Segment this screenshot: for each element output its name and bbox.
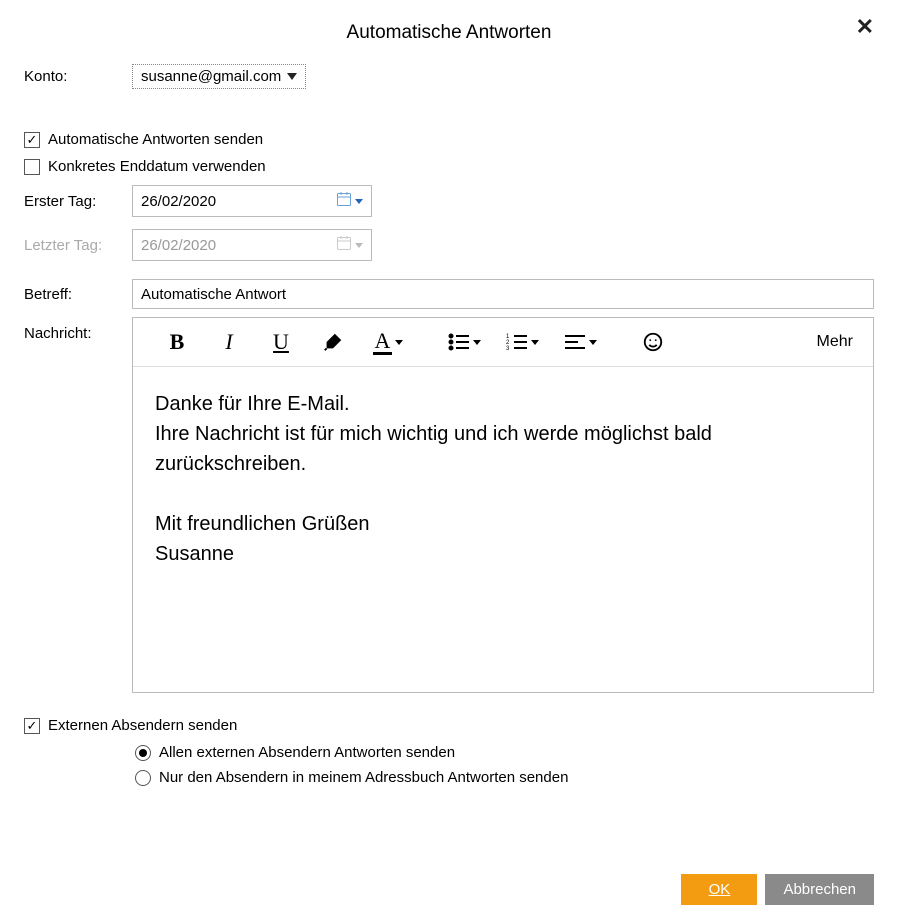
italic-button[interactable]: I [203, 324, 255, 360]
use-enddate-label: Konkretes Enddatum verwenden [48, 158, 266, 175]
calendar-icon [336, 235, 352, 255]
account-row: Konto: susanne@gmail.com [24, 64, 874, 89]
send-auto-row: ✓ Automatische Antworten senden [24, 131, 874, 148]
more-button[interactable]: Mehr [817, 333, 863, 351]
radio-all-label: Allen externen Absendern Antworten sende… [159, 744, 455, 761]
send-external-checkbox[interactable]: ✓ [24, 718, 40, 734]
numbered-list-button[interactable]: 123 [493, 324, 551, 360]
first-day-input[interactable]: 26/02/2020 [132, 185, 372, 217]
bold-button[interactable]: B [151, 324, 203, 360]
subject-input[interactable]: Automatische Antwort [132, 279, 874, 309]
bullet-list-button[interactable] [435, 324, 493, 360]
send-external-label: Externen Absendern senden [48, 717, 237, 734]
chevron-down-icon [589, 340, 597, 345]
subject-label: Betreff: [24, 286, 132, 303]
underline-button[interactable]: U [255, 324, 307, 360]
align-button[interactable] [551, 324, 609, 360]
cancel-button[interactable]: Abbrechen [765, 874, 874, 905]
format-painter-button[interactable] [307, 324, 359, 360]
auto-reply-dialog: ✕ Automatische Antworten Konto: susanne@… [0, 0, 898, 923]
dialog-buttons: OK Abbrechen [681, 874, 874, 905]
svg-text:3: 3 [506, 346, 510, 351]
account-dropdown[interactable]: susanne@gmail.com [132, 64, 306, 89]
message-label: Nachricht: [24, 317, 132, 693]
message-row: Nachricht: B I U A 123 [24, 317, 874, 693]
chevron-down-icon [473, 340, 481, 345]
send-external-row: ✓ Externen Absendern senden [24, 717, 874, 734]
ok-button[interactable]: OK [681, 874, 757, 905]
subject-row: Betreff: Automatische Antwort [24, 279, 874, 309]
emoji-button[interactable] [627, 324, 679, 360]
radio-all-row: Allen externen Absendern Antworten sende… [135, 744, 874, 761]
editor-toolbar: B I U A 123 [133, 318, 873, 367]
account-value: susanne@gmail.com [141, 68, 281, 85]
chevron-down-icon [287, 73, 297, 80]
last-day-input: 26/02/2020 [132, 229, 372, 261]
send-auto-checkbox[interactable]: ✓ [24, 132, 40, 148]
close-icon[interactable]: ✕ [856, 16, 874, 38]
radio-all-external[interactable] [135, 745, 151, 761]
radio-addressbook-only[interactable] [135, 770, 151, 786]
first-day-row: Erster Tag: 26/02/2020 [24, 185, 874, 217]
subject-value: Automatische Antwort [141, 286, 286, 303]
send-auto-label: Automatische Antworten senden [48, 131, 263, 148]
last-day-value: 26/02/2020 [141, 237, 216, 254]
message-textarea[interactable]: Danke für Ihre E-Mail. Ihre Nachricht is… [133, 367, 873, 692]
last-day-row: Letzter Tag: 26/02/2020 [24, 229, 874, 261]
radio-book-label: Nur den Absendern in meinem Adressbuch A… [159, 769, 568, 786]
font-color-button[interactable]: A [359, 324, 417, 360]
use-enddate-checkbox[interactable] [24, 159, 40, 175]
chevron-down-icon [355, 199, 363, 204]
chevron-down-icon [355, 243, 363, 248]
chevron-down-icon [395, 340, 403, 345]
external-radio-group: Allen externen Absendern Antworten sende… [135, 744, 874, 786]
chevron-down-icon [531, 340, 539, 345]
first-day-value: 26/02/2020 [141, 193, 216, 210]
message-editor: B I U A 123 [132, 317, 874, 693]
more-label: Mehr [817, 333, 853, 351]
account-label: Konto: [24, 68, 132, 85]
dialog-title: Automatische Antworten [24, 22, 874, 44]
radio-book-row: Nur den Absendern in meinem Adressbuch A… [135, 769, 874, 786]
calendar-icon [336, 191, 352, 211]
first-day-label: Erster Tag: [24, 193, 132, 210]
use-enddate-row: Konkretes Enddatum verwenden [24, 158, 874, 175]
last-day-label: Letzter Tag: [24, 237, 132, 254]
